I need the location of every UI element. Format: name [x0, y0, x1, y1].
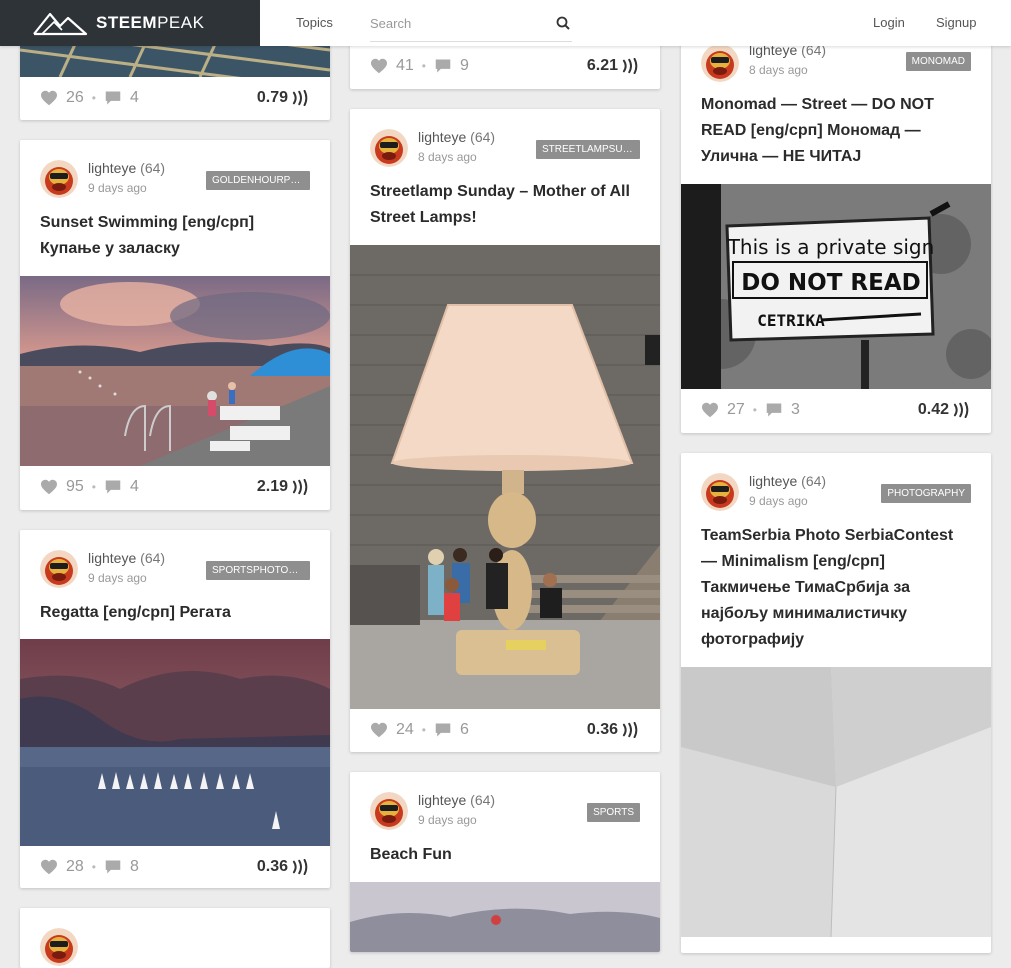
- post-image[interactable]: [20, 276, 330, 466]
- payout-value[interactable]: 2.19: [257, 478, 310, 496]
- post-age: 9 days ago: [88, 181, 147, 195]
- author-name[interactable]: lighteye (64): [418, 792, 495, 808]
- like-count: 27: [727, 401, 745, 418]
- post-image[interactable]: [350, 245, 660, 709]
- heart-icon[interactable]: [701, 402, 719, 418]
- heart-icon[interactable]: [370, 722, 388, 738]
- mountain-logo-icon: [33, 12, 88, 36]
- avatar[interactable]: [370, 129, 408, 167]
- comment-icon[interactable]: [104, 479, 122, 495]
- search-icon[interactable]: [556, 16, 570, 30]
- post-card[interactable]: [20, 908, 330, 968]
- post-footer: 28 • 8 0.36: [20, 846, 330, 888]
- post-card[interactable]: lighteye (64) 9 days ago GOLDENHOURPHO..…: [20, 140, 330, 510]
- post-footer: 24 • 6 0.36: [350, 709, 660, 752]
- post-title[interactable]: Beach Fun: [350, 842, 660, 882]
- heart-icon[interactable]: [40, 90, 58, 106]
- author-name[interactable]: lighteye (64): [418, 129, 495, 145]
- steem-icon: [622, 722, 640, 738]
- avatar[interactable]: [701, 473, 739, 511]
- steem-icon: [953, 402, 971, 418]
- post-card[interactable]: lighteye (64) 8 days ago STREETLAMPSUN..…: [350, 109, 660, 752]
- comment-count: 6: [460, 721, 469, 738]
- comment-icon[interactable]: [765, 402, 783, 418]
- heart-icon[interactable]: [370, 58, 388, 74]
- avatar[interactable]: [370, 792, 408, 830]
- like-count: 95: [66, 478, 84, 495]
- steem-icon: [292, 479, 310, 495]
- post-footer: 26 • 4 0.79: [20, 77, 330, 120]
- avatar[interactable]: [40, 550, 78, 588]
- comment-count: 3: [791, 401, 800, 418]
- post-age: 8 days ago: [418, 150, 477, 164]
- post-title[interactable]: TeamSerbia Photo SerbiaContest — Minimal…: [681, 523, 991, 667]
- comment-count: 4: [130, 478, 139, 495]
- search-box: [370, 6, 572, 42]
- steempeak-logo[interactable]: STEEMPEAK: [0, 0, 260, 46]
- like-count: 28: [66, 858, 84, 875]
- like-count: 24: [396, 721, 414, 738]
- like-count: 41: [396, 57, 414, 74]
- category-tag[interactable]: PHOTOGRAPHY: [881, 484, 971, 503]
- payout-value[interactable]: 0.79: [257, 89, 310, 107]
- payout-value[interactable]: 0.42: [918, 401, 971, 419]
- nav-topics-link[interactable]: Topics: [296, 15, 333, 30]
- post-card[interactable]: lighteye (64) 9 days ago SPORTS Beach Fu…: [350, 772, 660, 952]
- comment-count: 8: [130, 858, 139, 875]
- comment-count: 4: [130, 89, 139, 106]
- category-tag[interactable]: GOLDENHOURPHO...: [206, 171, 310, 190]
- comment-icon[interactable]: [434, 58, 452, 74]
- post-card[interactable]: lighteye (64) 8 days ago MONOMAD Monomad…: [681, 22, 991, 433]
- steem-icon: [292, 90, 310, 106]
- post-title[interactable]: Regatta [eng/срп] Регата: [20, 600, 330, 639]
- login-link[interactable]: Login: [873, 15, 905, 30]
- avatar[interactable]: [40, 160, 78, 198]
- post-age: 8 days ago: [749, 63, 808, 77]
- sign-text-2: DO NOT READ: [741, 270, 920, 296]
- author-name[interactable]: lighteye (64): [749, 473, 826, 489]
- payout-value[interactable]: 0.36: [587, 721, 640, 739]
- post-image[interactable]: This is a private sign DO NOT READ CETRI…: [681, 184, 991, 389]
- post-title[interactable]: Streetlamp Sunday – Mother of All Street…: [350, 179, 660, 245]
- category-tag[interactable]: SPORTSPHOTOGR...: [206, 561, 310, 580]
- post-age: 9 days ago: [418, 813, 477, 827]
- post-card[interactable]: lighteye (64) 9 days ago PHOTOGRAPHY Tea…: [681, 453, 991, 953]
- steem-icon: [292, 859, 310, 875]
- post-title[interactable]: Sunset Swimming [eng/срп] Купање у залас…: [20, 210, 330, 276]
- payout-value[interactable]: 0.36: [257, 858, 310, 876]
- post-card[interactable]: lighteye (64) 9 days ago SPORTSPHOTOGR..…: [20, 530, 330, 888]
- category-tag[interactable]: STREETLAMPSUN...: [536, 140, 640, 159]
- post-age: 9 days ago: [88, 571, 147, 585]
- logo-wordmark: STEEMPEAK: [96, 13, 205, 32]
- comment-icon[interactable]: [104, 90, 122, 106]
- heart-icon[interactable]: [40, 859, 58, 875]
- category-tag[interactable]: MONOMAD: [905, 52, 971, 71]
- post-age: 9 days ago: [749, 494, 808, 508]
- steem-icon: [622, 58, 640, 74]
- category-tag[interactable]: SPORTS: [587, 803, 640, 822]
- like-count: 26: [66, 89, 84, 106]
- author-name[interactable]: lighteye (64): [88, 550, 165, 566]
- post-image[interactable]: [20, 639, 330, 846]
- top-navigation-bar: STEEMPEAK Topics Login Signup: [0, 0, 1011, 46]
- post-footer: 27 • 3 0.42: [681, 389, 991, 433]
- signup-link[interactable]: Signup: [936, 15, 976, 30]
- post-footer: 41 • 9 6.21: [350, 45, 660, 89]
- post-image[interactable]: [681, 667, 991, 937]
- search-input[interactable]: [370, 6, 550, 40]
- author-name[interactable]: lighteye (64): [88, 160, 165, 176]
- comment-icon[interactable]: [434, 722, 452, 738]
- heart-icon[interactable]: [40, 479, 58, 495]
- sign-text-3: CETRIKA: [757, 311, 825, 330]
- comment-icon[interactable]: [104, 859, 122, 875]
- comment-count: 9: [460, 57, 469, 74]
- post-footer: 95 • 4 2.19: [20, 466, 330, 510]
- sign-text-1: This is a private sign: [727, 235, 935, 259]
- avatar[interactable]: [40, 928, 78, 966]
- post-image[interactable]: [350, 882, 660, 952]
- post-title[interactable]: Monomad — Street — DO NOT READ [eng/срп]…: [681, 66, 991, 184]
- avatar[interactable]: [701, 44, 739, 82]
- payout-value[interactable]: 6.21: [587, 57, 640, 75]
